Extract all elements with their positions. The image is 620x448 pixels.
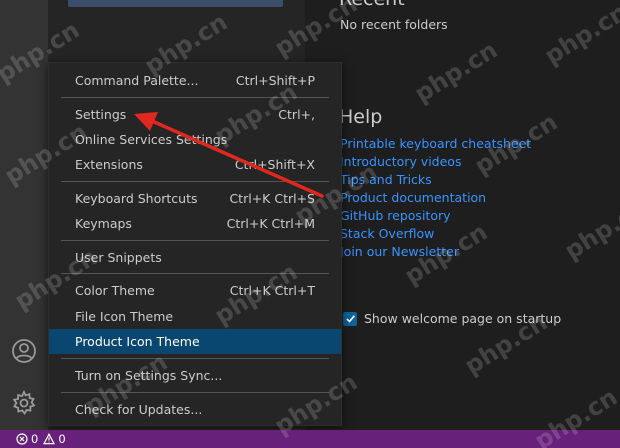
- show-welcome-row: Show welcome page on startup: [343, 311, 561, 326]
- menu-item-label: Keymaps: [75, 216, 132, 231]
- help-links: Printable keyboard cheatsheet Introducto…: [340, 135, 531, 261]
- menu-separator: [61, 273, 329, 274]
- help-link-stack-overflow[interactable]: Stack Overflow: [340, 225, 531, 243]
- menu-separator: [61, 181, 329, 182]
- warning-count[interactable]: 0: [58, 432, 65, 446]
- menu-item-label: User Snippets: [75, 250, 162, 265]
- menu-item-shortcut: Ctrl+K Ctrl+S: [229, 191, 315, 206]
- checkmark-icon: [345, 315, 355, 323]
- menu-item-label: Keyboard Shortcuts: [75, 191, 198, 206]
- menu-item-keymaps[interactable]: Keymaps Ctrl+K Ctrl+M: [49, 211, 341, 236]
- menu-item-shortcut: Ctrl+K Ctrl+T: [229, 283, 315, 298]
- manage-context-menu: Command Palette... Ctrl+Shift+P Settings…: [48, 62, 342, 426]
- menu-item-label: File Icon Theme: [75, 309, 174, 324]
- menu-item-file-icon-theme[interactable]: File Icon Theme: [49, 304, 341, 329]
- menu-item-label: Online Services Settings: [75, 132, 228, 147]
- menu-item-shortcut: Ctrl+,: [278, 107, 315, 122]
- menu-separator: [61, 97, 329, 98]
- menu-item-settings-sync[interactable]: Turn on Settings Sync...: [49, 363, 341, 388]
- menu-item-label: Settings: [75, 107, 127, 122]
- menu-item-user-snippets[interactable]: User Snippets: [49, 245, 341, 270]
- show-welcome-label: Show welcome page on startup: [364, 311, 562, 326]
- menu-item-shortcut: Ctrl+K Ctrl+M: [226, 216, 315, 231]
- help-link-product-documentation[interactable]: Product documentation: [340, 189, 531, 207]
- menu-item-shortcut: Ctrl+Shift+P: [235, 73, 315, 88]
- help-link-github-repository[interactable]: GitHub repository: [340, 207, 531, 225]
- show-welcome-checkbox[interactable]: [343, 311, 357, 326]
- menu-separator: [61, 392, 329, 393]
- recent-empty-text: No recent folders: [340, 17, 448, 32]
- sidebar-highlight-bar: [68, 0, 283, 7]
- menu-item-online-services-settings[interactable]: Online Services Settings: [49, 127, 341, 152]
- help-link-introductory-videos[interactable]: Introductory videos: [340, 153, 531, 171]
- help-link-keyboard-cheatsheet[interactable]: Printable keyboard cheatsheet: [340, 135, 531, 153]
- menu-separator: [61, 240, 329, 241]
- help-link-tips-and-tricks[interactable]: Tips and Tricks: [340, 171, 531, 189]
- error-icon[interactable]: [16, 433, 28, 445]
- status-bar: 0 0: [0, 430, 620, 448]
- menu-item-extensions[interactable]: Extensions Ctrl+Shift+X: [49, 152, 341, 177]
- menu-item-label: Color Theme: [75, 283, 155, 298]
- menu-item-label: Product Icon Theme: [75, 334, 200, 349]
- menu-item-label: Command Palette...: [75, 73, 199, 88]
- menu-item-shortcut: Ctrl+Shift+X: [234, 157, 315, 172]
- account-icon[interactable]: [10, 337, 38, 365]
- help-heading: Help: [339, 106, 383, 128]
- activity-bar: [0, 0, 48, 430]
- menu-item-command-palette[interactable]: Command Palette... Ctrl+Shift+P: [49, 68, 341, 93]
- error-count[interactable]: 0: [31, 432, 38, 446]
- menu-item-product-icon-theme[interactable]: Product Icon Theme: [49, 329, 341, 354]
- menu-item-label: Extensions: [75, 157, 143, 172]
- menu-item-label: Check for Updates...: [75, 402, 203, 417]
- recent-heading: Recent: [339, 0, 405, 10]
- help-link-newsletter[interactable]: Join our Newsletter: [340, 243, 531, 261]
- manage-gear-icon[interactable]: [10, 389, 38, 417]
- menu-separator: [61, 358, 329, 359]
- menu-item-label: Turn on Settings Sync...: [75, 368, 223, 383]
- warning-icon[interactable]: [43, 433, 56, 445]
- menu-item-keyboard-shortcuts[interactable]: Keyboard Shortcuts Ctrl+K Ctrl+S: [49, 186, 341, 211]
- menu-item-check-for-updates[interactable]: Check for Updates...: [49, 397, 341, 422]
- menu-item-settings[interactable]: Settings Ctrl+,: [49, 102, 341, 127]
- menu-item-color-theme[interactable]: Color Theme Ctrl+K Ctrl+T: [49, 278, 341, 303]
